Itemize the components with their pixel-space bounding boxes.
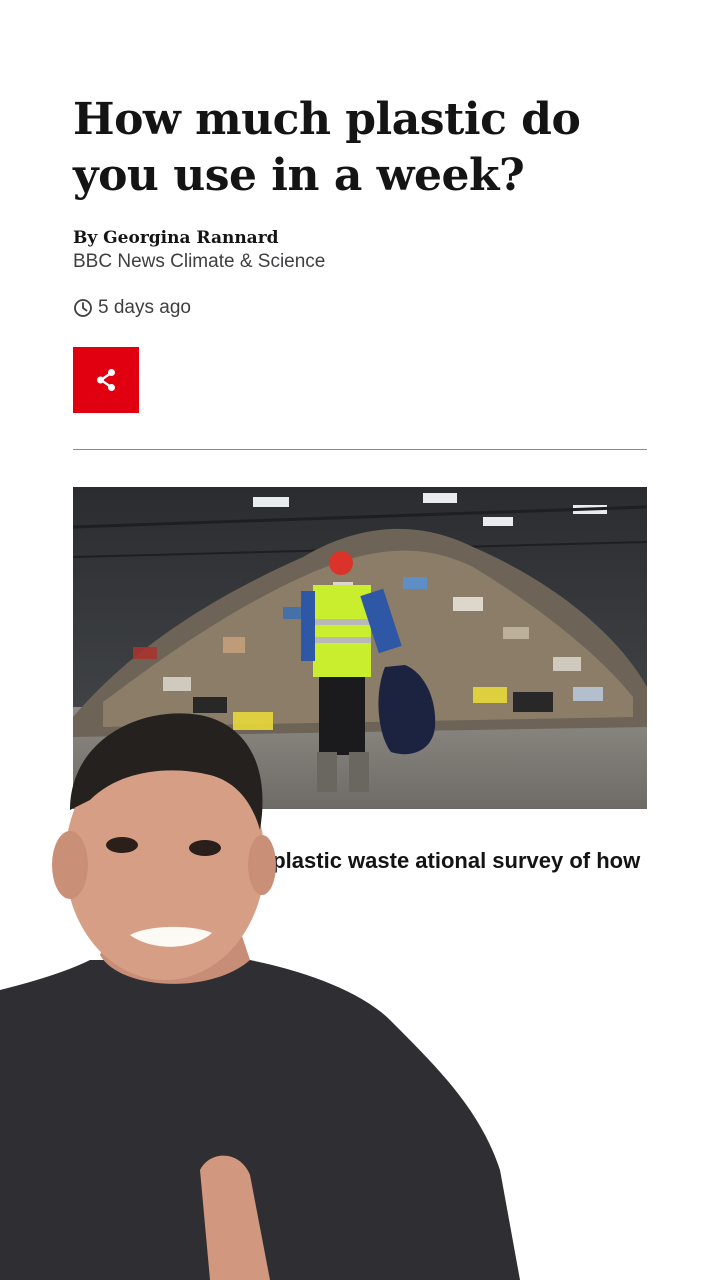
byline: By Georgina Rannard BBC News Climate & S… [73, 228, 325, 274]
article-headline: How much plastic do you use in a week? [73, 94, 581, 201]
timestamp-text: 5 days ago [98, 297, 191, 318]
author-name: By Georgina Rannard [73, 228, 279, 248]
presenter-overlay [0, 713, 520, 1280]
timestamp: 5 days ago [73, 297, 191, 319]
share-icon [97, 369, 115, 391]
author-department: BBC News Climate & Science [73, 251, 326, 272]
share-button[interactable] [73, 347, 139, 413]
divider [73, 449, 647, 450]
clock-icon [74, 299, 92, 317]
